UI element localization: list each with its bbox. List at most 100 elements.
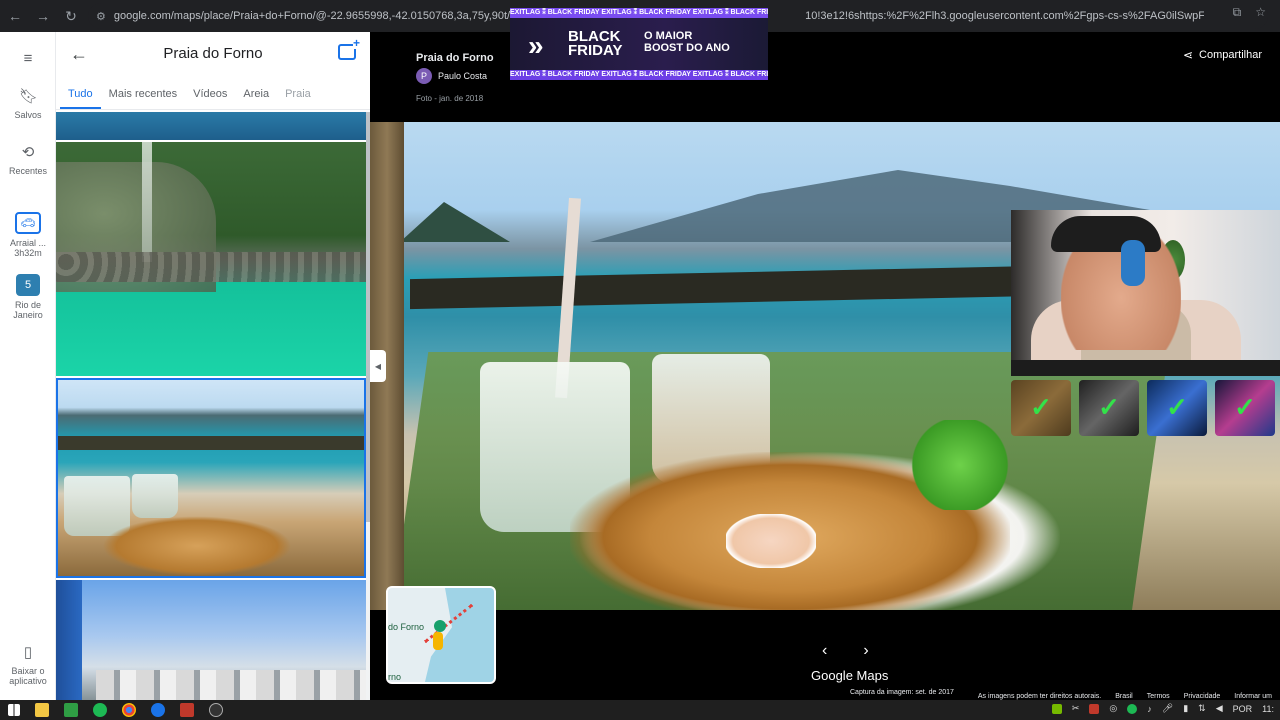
headset-detail bbox=[1121, 240, 1145, 286]
checkmark-icon: ✓ bbox=[1234, 392, 1256, 422]
photo-thumbnail[interactable] bbox=[56, 580, 366, 700]
minimap-label: do Forno bbox=[388, 622, 425, 632]
place-name: Praia do Forno bbox=[416, 52, 494, 64]
webcam-overlay bbox=[1011, 210, 1280, 376]
phone-icon: ▯ bbox=[23, 644, 33, 661]
achievement-badge: ✓ bbox=[1215, 380, 1275, 436]
tab-beach[interactable]: Praia bbox=[277, 82, 319, 109]
car-icon: 🚗︎ bbox=[15, 212, 41, 234]
battery-icon[interactable]: ▮ bbox=[1183, 703, 1188, 714]
promo-headline: O MAIOR BOOST DO ANO bbox=[644, 30, 730, 54]
map-thumb-icon: 5 bbox=[16, 274, 40, 296]
thumb-detail bbox=[142, 142, 152, 262]
back-icon[interactable]: ← bbox=[2, 3, 28, 29]
language-indicator[interactable]: POR bbox=[1233, 704, 1253, 714]
microphone-icon[interactable]: 🎤︎ bbox=[1162, 703, 1173, 714]
file-explorer-icon[interactable] bbox=[35, 703, 49, 717]
clock[interactable]: 11: bbox=[1262, 704, 1274, 714]
star-icon[interactable]: ☆ bbox=[1255, 5, 1266, 20]
address-bar-actions: ⧉ ☆ bbox=[1233, 5, 1266, 20]
footer-link-country[interactable]: Brasil bbox=[1115, 693, 1133, 700]
rail-item-saved[interactable]: 🔖︎ Salvos bbox=[0, 88, 56, 120]
add-photo-icon[interactable] bbox=[338, 37, 361, 60]
photo-thumbnail[interactable] bbox=[56, 112, 366, 140]
rail-item-recent[interactable]: ⟲ Recentes bbox=[0, 144, 56, 176]
pin-icon bbox=[434, 620, 446, 632]
achievement-badge: ✓ bbox=[1011, 380, 1071, 436]
rail-item-label: Salvos bbox=[14, 110, 42, 120]
tab-recent[interactable]: Mais recentes bbox=[101, 82, 185, 109]
promo-title: BLACK FRIDAY bbox=[568, 28, 623, 59]
rail-item-label: Arraial ... bbox=[9, 238, 46, 248]
install-icon[interactable]: ⧉ bbox=[1233, 5, 1242, 20]
footer-link-report[interactable]: Informar um bbox=[1234, 693, 1272, 700]
tab-videos[interactable]: Vídeos bbox=[185, 82, 235, 109]
spotify-icon[interactable] bbox=[93, 703, 107, 717]
author-row[interactable]: P Paulo Costa bbox=[416, 68, 494, 84]
next-photo-icon[interactable]: › bbox=[863, 642, 868, 660]
panel-header: ← Praia do Forno bbox=[56, 32, 370, 78]
tab-sand[interactable]: Areia bbox=[235, 82, 277, 109]
rail-item-label: Recentes bbox=[8, 166, 48, 176]
brand-logo-icon: » bbox=[528, 30, 544, 61]
copyright-note: As imagens podem ter direitos autorais. bbox=[977, 692, 1102, 700]
app-icon[interactable] bbox=[151, 703, 165, 717]
tab-all[interactable]: Tudo bbox=[60, 82, 101, 109]
footer-link-privacy[interactable]: Privacidade bbox=[1184, 693, 1221, 700]
network-icon[interactable]: ⇅ bbox=[1198, 703, 1206, 714]
system-tray: ✂ ◎ ♪ 🎤︎ ▮ ⇅ ◀ POR 11: bbox=[1051, 703, 1274, 714]
checkmark-icon: ✓ bbox=[1166, 392, 1188, 422]
photos-panel: ← Praia do Forno Tudo Mais recentes Víde… bbox=[56, 32, 370, 700]
thumb-detail bbox=[58, 436, 364, 450]
rail-item-rio[interactable]: 5 Rio de Janeiro bbox=[0, 274, 56, 320]
volume-icon[interactable]: ♪ bbox=[1147, 704, 1152, 714]
collapse-panel-button[interactable]: ◀ bbox=[370, 350, 386, 382]
thumb-detail bbox=[56, 252, 366, 282]
reload-icon[interactable]: ↻ bbox=[58, 3, 84, 29]
app-tray-icon[interactable] bbox=[1089, 703, 1100, 714]
thumb-detail bbox=[56, 580, 82, 700]
photo-thumbnail[interactable] bbox=[56, 142, 366, 376]
rail-item-duration: 3h32m bbox=[14, 248, 42, 258]
rail-item-arraial[interactable]: 🚗︎ Arraial ... 3h32m bbox=[0, 212, 56, 258]
previous-photo-icon[interactable]: ‹ bbox=[822, 642, 827, 660]
webcam-detail bbox=[1011, 360, 1280, 376]
chrome-icon[interactable] bbox=[122, 703, 136, 717]
spotify-tray-icon[interactable] bbox=[1127, 703, 1138, 714]
checkmark-icon: ✓ bbox=[1098, 392, 1120, 422]
rail-item-get-app[interactable]: ▯ Baixar o aplicativo bbox=[0, 644, 56, 686]
photo-thumbnail-selected[interactable] bbox=[56, 378, 366, 578]
thumb-detail bbox=[102, 516, 292, 576]
footer-link-terms[interactable]: Termos bbox=[1147, 693, 1170, 700]
promo-banner: EXITLAG ⁑ BLACK FRIDAY EXITLAG ⁑ BLACK F… bbox=[510, 8, 768, 80]
windows-start-icon[interactable] bbox=[8, 704, 20, 716]
media-app-icon[interactable] bbox=[180, 703, 194, 717]
pegman-icon bbox=[433, 632, 443, 650]
author-name[interactable]: Paulo Costa bbox=[438, 71, 487, 81]
share-icon: ⋖ bbox=[1182, 48, 1194, 62]
photo-detail bbox=[400, 202, 510, 242]
forward-icon[interactable]: → bbox=[30, 3, 56, 29]
avatar: P bbox=[416, 68, 432, 84]
left-rail: ≡ 🔖︎ Salvos ⟲ Recentes 🚗︎ Arraial ... 3h… bbox=[0, 32, 56, 700]
promo-strip: EXITLAG ⁑ BLACK FRIDAY EXITLAG ⁑ BLACK F… bbox=[510, 8, 768, 18]
obs-icon[interactable] bbox=[209, 703, 223, 717]
share-label: Compartilhar bbox=[1199, 49, 1262, 61]
thumb-detail bbox=[132, 474, 178, 518]
photo-detail bbox=[726, 514, 816, 568]
menu-button[interactable]: ≡ bbox=[0, 50, 56, 72]
site-settings-icon[interactable]: ⚙ bbox=[96, 10, 106, 23]
tool-icon[interactable]: ✂ bbox=[1072, 703, 1080, 714]
xbox-icon[interactable] bbox=[64, 703, 78, 717]
google-maps-logo: Google Maps bbox=[811, 668, 889, 683]
minimap-label: rno bbox=[388, 672, 402, 682]
minimap[interactable]: do Forno rno bbox=[386, 586, 496, 684]
achievement-badges: ✓ ✓ ✓ ✓ bbox=[1011, 380, 1280, 438]
taskbar: ✂ ◎ ♪ 🎤︎ ▮ ⇅ ◀ POR 11: bbox=[0, 700, 1280, 720]
speaker-icon[interactable]: ◀ bbox=[1216, 703, 1223, 714]
nvidia-icon[interactable] bbox=[1051, 703, 1062, 714]
rail-item-label: Baixar o aplicativo bbox=[9, 666, 47, 686]
share-button[interactable]: ⋖ Compartilhar bbox=[1183, 48, 1262, 62]
steam-icon[interactable]: ◎ bbox=[1109, 703, 1117, 714]
photo-tabs: Tudo Mais recentes Vídeos Areia Praia bbox=[56, 82, 370, 110]
